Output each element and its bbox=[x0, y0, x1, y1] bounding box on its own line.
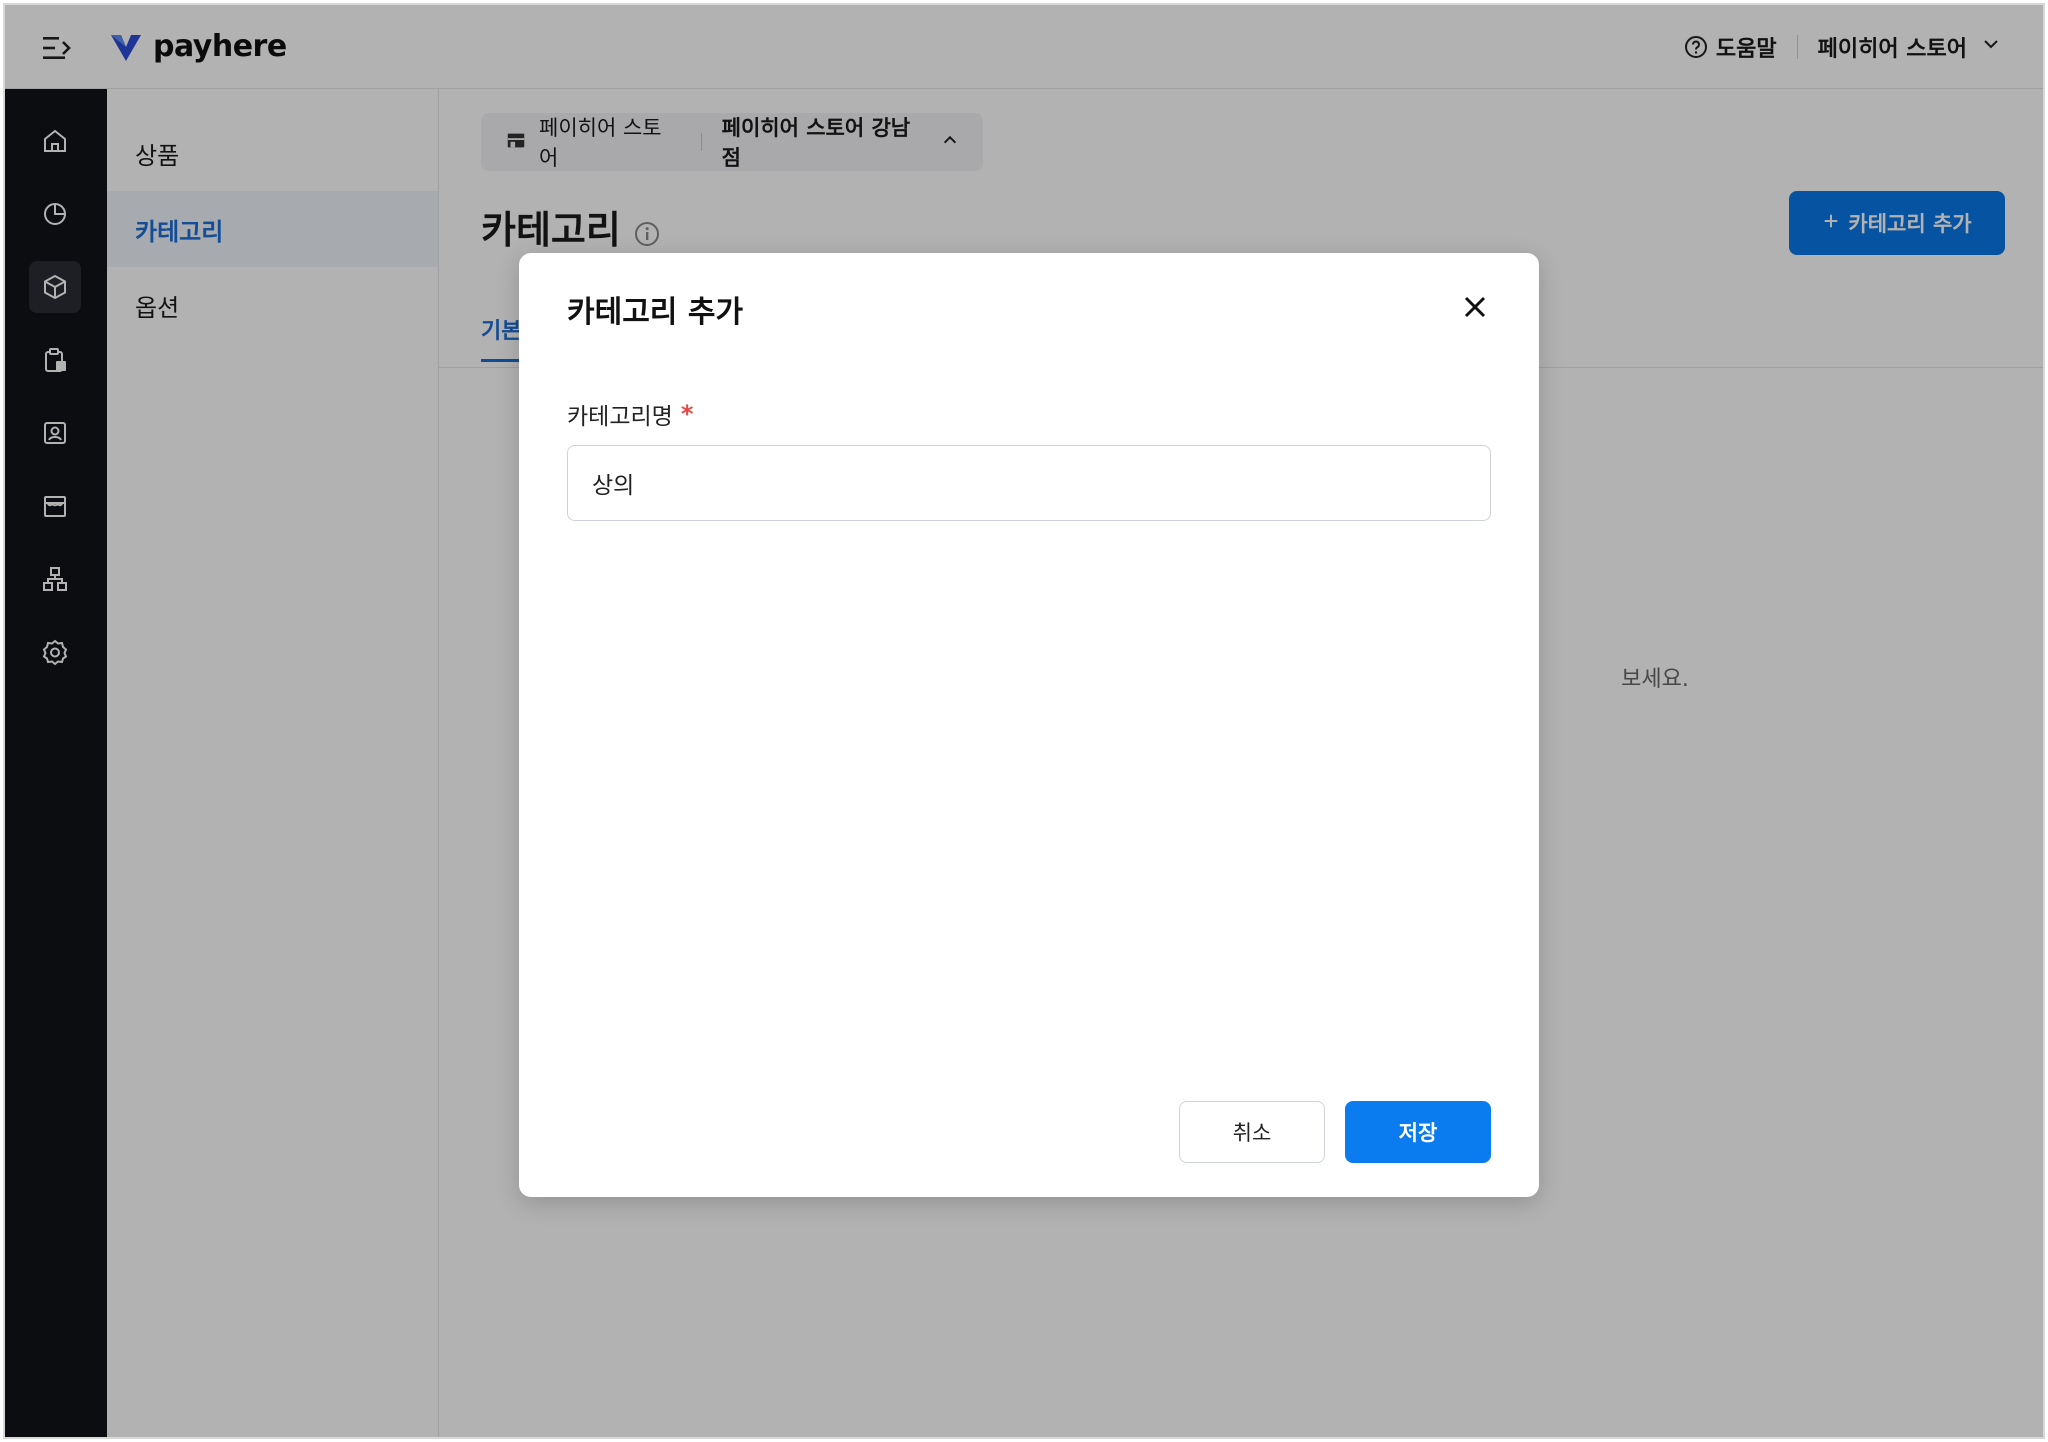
category-name-input[interactable] bbox=[567, 445, 1491, 521]
save-button[interactable]: 저장 bbox=[1345, 1101, 1491, 1163]
app-window: payhere 도움말 페이히어 스토어 상품 카테고리 옵션 페이히어 스토어… bbox=[3, 3, 2045, 1439]
add-category-modal: 카테고리 추가 카테고리명 * 취소 저장 bbox=[519, 253, 1539, 1197]
category-name-label: 카테고리명 * bbox=[567, 397, 693, 431]
required-mark: * bbox=[680, 400, 694, 428]
close-icon[interactable] bbox=[1459, 291, 1491, 323]
field-label-text: 카테고리명 bbox=[567, 404, 673, 430]
modal-title: 카테고리 추가 bbox=[567, 295, 744, 330]
cancel-button[interactable]: 취소 bbox=[1179, 1101, 1325, 1163]
